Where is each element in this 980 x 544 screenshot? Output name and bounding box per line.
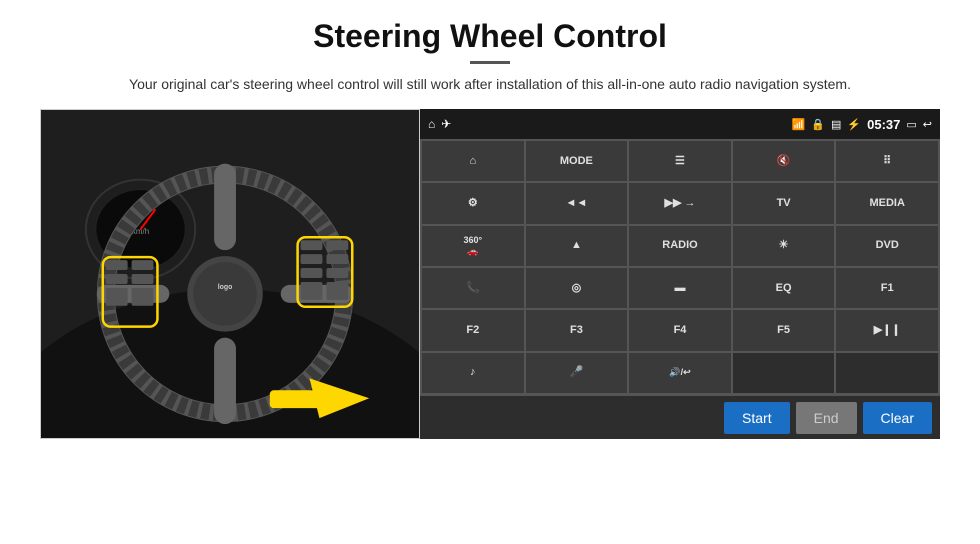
back-icon: ↩	[923, 118, 932, 131]
btn-phone[interactable]: 📞	[422, 268, 524, 308]
btn-playpause[interactable]: ▶❙❙	[836, 310, 938, 350]
btn-f1[interactable]: F1	[836, 268, 938, 308]
btn-empty2	[836, 353, 938, 393]
btn-eq[interactable]: EQ	[733, 268, 835, 308]
button-grid: ⌂ MODE ☰ 🔇 ⠿ ⚙ ◄◄ ▶▶ → TV MEDIA 360°🚗 ▲ …	[420, 139, 940, 395]
status-left: ⌂ ✈	[428, 117, 451, 131]
end-button[interactable]: End	[796, 402, 857, 434]
btn-empty1	[733, 353, 835, 393]
btn-volhangup[interactable]: 🔊/↩	[629, 353, 731, 393]
btn-f4[interactable]: F4	[629, 310, 731, 350]
btn-mute[interactable]: 🔇	[733, 141, 835, 181]
btn-eject[interactable]: ▲	[526, 226, 628, 266]
btn-list[interactable]: ☰	[629, 141, 731, 181]
btn-dvd[interactable]: DVD	[836, 226, 938, 266]
home-icon: ⌂	[428, 117, 435, 131]
btn-apps[interactable]: ⠿	[836, 141, 938, 181]
steering-wheel-image: km/h logo	[40, 109, 420, 439]
btn-prev[interactable]: ◄◄	[526, 183, 628, 223]
send-icon: ✈	[441, 117, 451, 131]
btn-mode[interactable]: MODE	[526, 141, 628, 181]
subtitle: Your original car's steering wheel contr…	[129, 74, 851, 95]
btn-brightness[interactable]: ☀	[733, 226, 835, 266]
btn-media[interactable]: MEDIA	[836, 183, 938, 223]
page-wrapper: Steering Wheel Control Your original car…	[0, 0, 980, 544]
cast-icon: ▭	[906, 118, 916, 131]
btn-tv[interactable]: TV	[733, 183, 835, 223]
btn-nav[interactable]: ◎	[526, 268, 628, 308]
content-area: km/h logo	[40, 109, 940, 439]
action-bar: Start End Clear	[420, 395, 940, 439]
btn-mic[interactable]: 🎤	[526, 353, 628, 393]
status-bar: ⌂ ✈ 📶 🔒 ▤ ⚡ 05:37 ▭ ↩	[420, 109, 940, 139]
btn-f3[interactable]: F3	[526, 310, 628, 350]
wifi-icon: 📶	[792, 118, 806, 131]
status-right: 📶 🔒 ▤ ⚡ 05:37 ▭ ↩	[792, 117, 932, 132]
clear-button[interactable]: Clear	[863, 402, 932, 434]
time-display: 05:37	[867, 117, 900, 132]
btn-screen[interactable]: ▬	[629, 268, 731, 308]
btn-music[interactable]: ♪	[422, 353, 524, 393]
btn-f5[interactable]: F5	[733, 310, 835, 350]
btn-next[interactable]: ▶▶ →	[629, 183, 731, 223]
sd-icon: ▤	[831, 118, 841, 131]
control-panel: ⌂ ✈ 📶 🔒 ▤ ⚡ 05:37 ▭ ↩ ⌂ MODE	[420, 109, 940, 439]
start-button[interactable]: Start	[724, 402, 790, 434]
btn-radio[interactable]: RADIO	[629, 226, 731, 266]
btn-settings[interactable]: ⚙	[422, 183, 524, 223]
btn-f2[interactable]: F2	[422, 310, 524, 350]
lock-icon: 🔒	[811, 118, 825, 131]
bluetooth-icon: ⚡	[847, 118, 861, 131]
btn-360[interactable]: 360°🚗	[422, 226, 524, 266]
title-divider	[470, 61, 510, 64]
page-title: Steering Wheel Control	[313, 18, 667, 55]
btn-home[interactable]: ⌂	[422, 141, 524, 181]
svg-text:logo: logo	[218, 284, 233, 291]
